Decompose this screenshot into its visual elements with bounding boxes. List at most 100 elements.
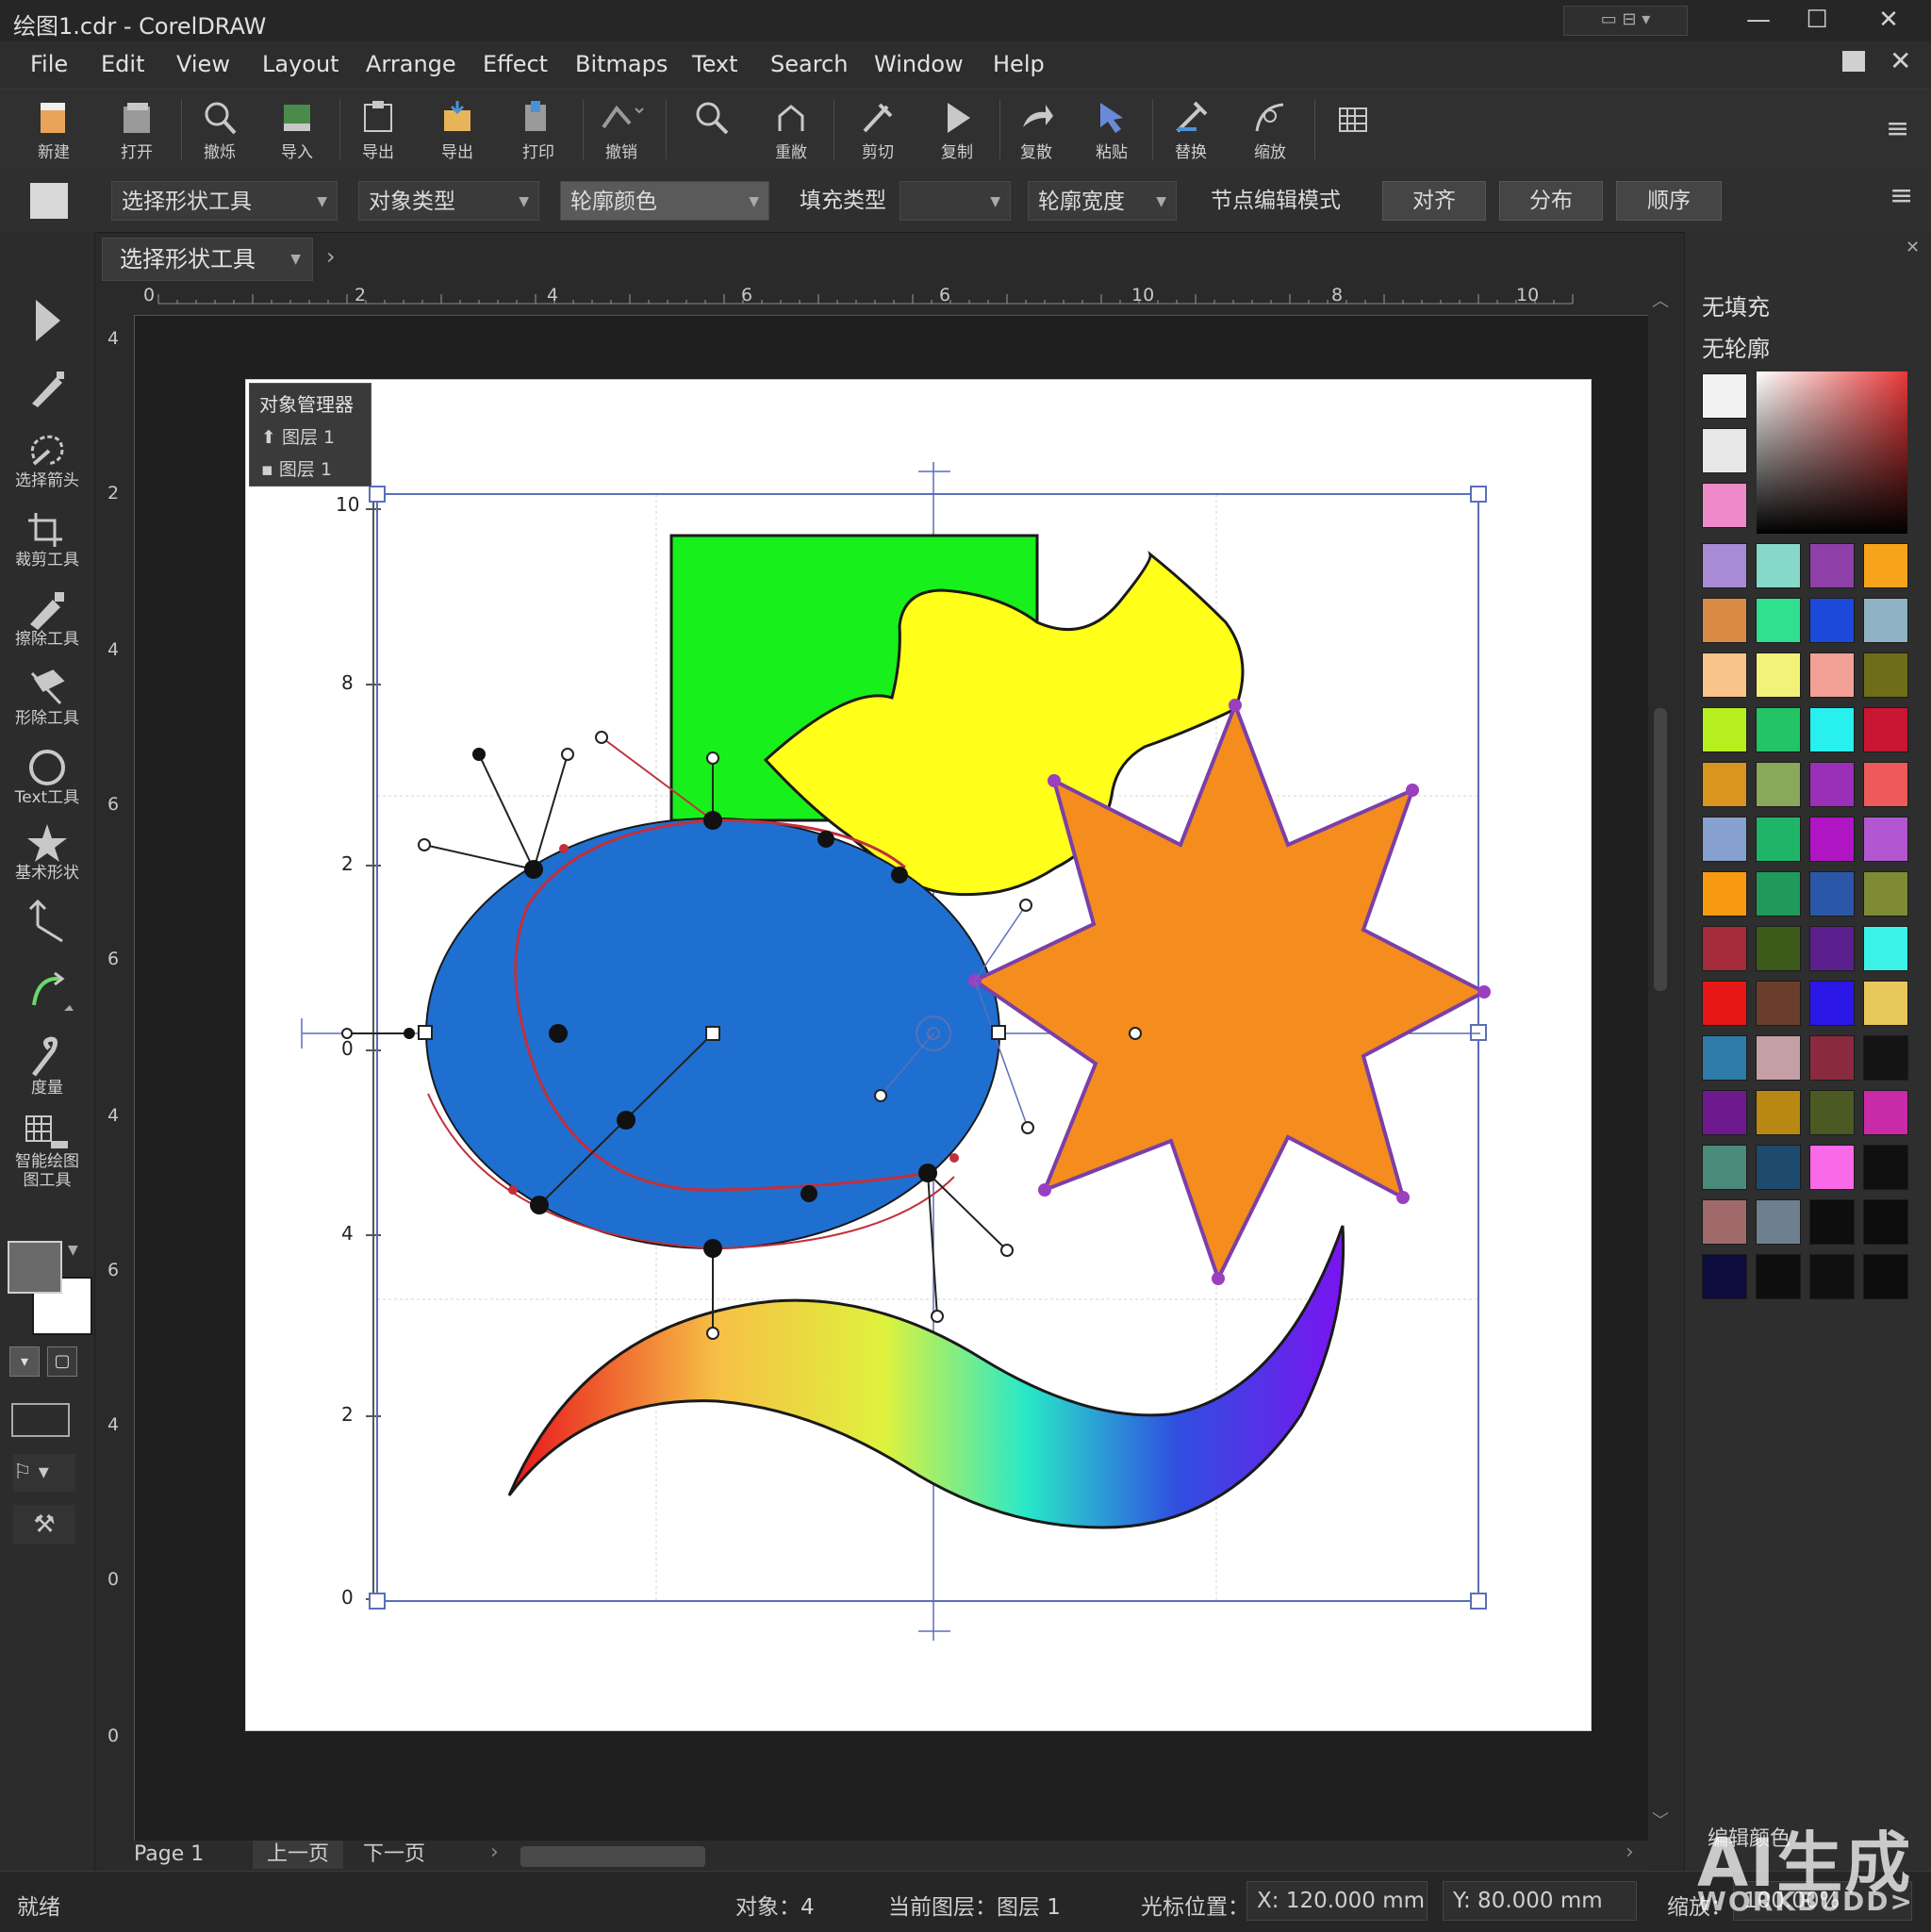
palette-swatch[interactable] [1756, 871, 1801, 916]
toolbar-open-button[interactable]: 打开 [104, 95, 170, 167]
close-icon[interactable]: ✕ [1859, 0, 1918, 41]
palette-swatch[interactable] [1809, 871, 1855, 916]
restore-doc-icon[interactable] [1842, 51, 1865, 72]
tool-pick[interactable] [0, 296, 94, 345]
tool-measure[interactable]: 度量 [0, 1035, 94, 1098]
toolbar-cut-button[interactable]: 剪切 [845, 95, 911, 167]
fill-color-swatch[interactable] [8, 1241, 62, 1294]
toolbar-grid-button[interactable] [1320, 95, 1386, 167]
palette-swatch[interactable] [1863, 598, 1908, 643]
palette-swatch[interactable] [1756, 543, 1801, 588]
tool-lasso[interactable]: 选择箭头 [0, 430, 94, 490]
palette-swatch[interactable] [1756, 1199, 1801, 1245]
outline-color-dropdown[interactable]: 轮廓颜色 ▼ [560, 181, 769, 221]
color-picker-gradient[interactable] [1757, 372, 1907, 534]
toolbar-paste-button[interactable]: 粘贴 [1079, 95, 1145, 167]
scroll-up-icon[interactable]: ︿ [1652, 288, 1669, 312]
tool-dimension[interactable] [0, 898, 94, 943]
panel-close-icon[interactable]: ✕ [1906, 238, 1920, 257]
toolbar-export-folder-button[interactable]: 导出 [424, 95, 490, 167]
palette-swatch[interactable] [1809, 981, 1855, 1026]
menu-file[interactable]: File [30, 51, 68, 77]
menu-view[interactable]: View [176, 51, 230, 77]
tab-scroll-icon[interactable]: › [326, 243, 336, 270]
menu-bitmaps[interactable]: Bitmaps [575, 51, 668, 77]
palette-swatch[interactable] [1702, 1035, 1747, 1081]
palette-swatch[interactable] [1863, 817, 1908, 862]
palette-swatch[interactable] [1702, 598, 1747, 643]
palette-swatch[interactable] [1809, 652, 1855, 698]
palette-swatch[interactable] [1809, 543, 1855, 588]
toolbar-export-button[interactable]: 导出 [345, 95, 411, 167]
white-swatch[interactable] [1702, 373, 1747, 419]
palette-swatch[interactable] [1702, 817, 1747, 862]
prev-page-button[interactable]: 上一页 [253, 1841, 343, 1869]
palette-swatch[interactable] [1756, 1035, 1801, 1081]
order-button[interactable]: 顺序 [1616, 181, 1722, 221]
palette-swatch[interactable] [1809, 707, 1855, 752]
menu-help[interactable]: Help [993, 51, 1045, 77]
palette-swatch[interactable] [1756, 1254, 1801, 1299]
vertical-scroll-thumb[interactable] [1654, 708, 1667, 991]
vertical-scrollbar[interactable]: ︿ ﹀ [1650, 288, 1671, 1841]
pink-swatch[interactable] [1702, 483, 1747, 528]
palette-swatch[interactable] [1863, 871, 1908, 916]
document-tab[interactable]: 选择形状工具 ▼ [102, 238, 313, 281]
toolbar-copy-button[interactable]: 复制 [924, 95, 990, 167]
palette-swatch[interactable] [1756, 707, 1801, 752]
toolbar-redo-button[interactable]: 重敝 [758, 95, 824, 167]
tool-crop[interactable]: 裁剪工具 [0, 509, 94, 570]
palette-swatch[interactable] [1756, 817, 1801, 862]
tool-basic-shapes[interactable]: 基术形状 [0, 822, 94, 883]
palette-swatch[interactable] [1756, 981, 1801, 1026]
palette-swatch[interactable] [1863, 1090, 1908, 1135]
propbar-options-icon[interactable]: ≡ [1890, 179, 1913, 212]
tool-pen[interactable] [0, 366, 94, 411]
light-gray-swatch[interactable] [1702, 428, 1747, 473]
tool-eraser[interactable]: 擦除工具 [0, 588, 94, 649]
menu-text[interactable]: Text [692, 51, 738, 77]
page-label[interactable]: Page 1 [134, 1842, 204, 1866]
palette-swatch[interactable] [1702, 707, 1747, 752]
palette-swatch[interactable] [1756, 1145, 1801, 1190]
palette-swatch[interactable] [1863, 543, 1908, 588]
palette-swatch[interactable] [1863, 652, 1908, 698]
palette-swatch[interactable] [1702, 1145, 1747, 1190]
menu-window[interactable]: Window [874, 51, 964, 77]
menu-search[interactable]: Search [770, 51, 848, 77]
palette-swatch[interactable] [1863, 981, 1908, 1026]
tool-select-dropdown[interactable]: 选择形状工具 ▼ [111, 181, 338, 221]
palette-swatch[interactable] [1702, 1199, 1747, 1245]
menu-effect[interactable]: Effect [483, 51, 548, 77]
palette-swatch[interactable] [1702, 926, 1747, 971]
toolbar-new-button[interactable]: 新建 [21, 95, 87, 167]
toolbar-scale-button[interactable]: 缩放 [1237, 95, 1303, 167]
interactive-fill-icon[interactable]: ⚒ [13, 1505, 75, 1544]
palette-swatch[interactable] [1863, 926, 1908, 971]
palette-swatch[interactable] [1756, 926, 1801, 971]
toolbar-print-button[interactable]: 打印 [505, 95, 571, 167]
palette-swatch[interactable] [1702, 871, 1747, 916]
palette-swatch[interactable] [1863, 1145, 1908, 1190]
palette-swatch[interactable] [1756, 1090, 1801, 1135]
toolbar-replace-button[interactable]: 替换 [1158, 95, 1224, 167]
outline-mode-button[interactable]: ▢ [47, 1346, 77, 1377]
next-page-button[interactable]: 下一页 [349, 1841, 439, 1869]
tool-ellipse[interactable]: Text工具 [0, 747, 94, 807]
tool-smart-drawing[interactable]: 智能绘图图工具 [0, 1113, 94, 1190]
palette-swatch[interactable] [1863, 1199, 1908, 1245]
palette-swatch[interactable] [1809, 1145, 1855, 1190]
palette-swatch[interactable] [1863, 1035, 1908, 1081]
toolbar-search-button[interactable] [679, 95, 745, 167]
palette-swatch[interactable] [1809, 926, 1855, 971]
palette-swatch[interactable] [1702, 762, 1747, 807]
toolbar-undo-button[interactable]: 撤销 [588, 95, 654, 167]
palette-swatch[interactable] [1863, 1254, 1908, 1299]
palette-swatch[interactable] [1756, 598, 1801, 643]
palette-swatch[interactable] [1756, 762, 1801, 807]
palette-swatch[interactable] [1702, 1254, 1747, 1299]
layer-item[interactable]: ⬆ 图层 1 [261, 423, 335, 449]
align-button[interactable]: 对齐 [1382, 181, 1486, 221]
tool-knife[interactable]: 形除工具 [0, 668, 94, 728]
palette-swatch[interactable] [1809, 1199, 1855, 1245]
